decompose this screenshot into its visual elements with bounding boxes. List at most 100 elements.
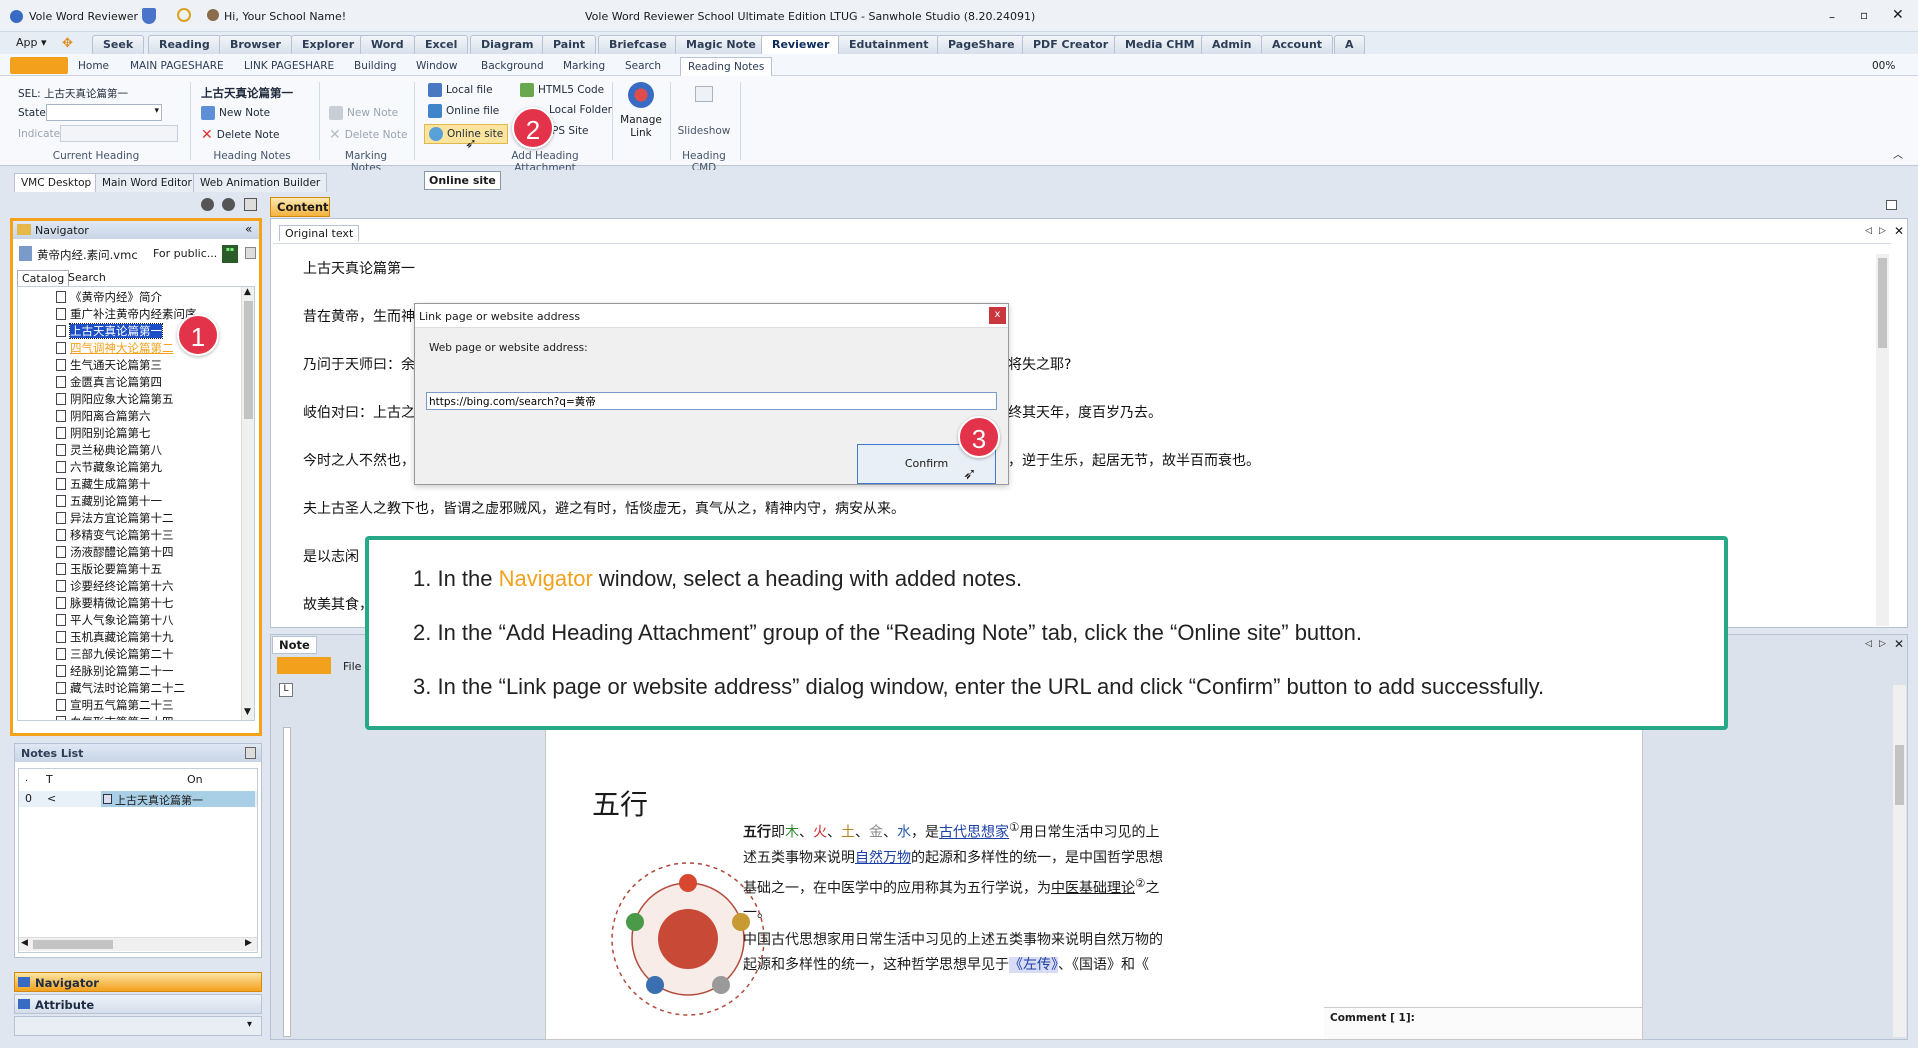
- tab-media-chm[interactable]: Media CHM: [1114, 35, 1206, 54]
- tab-paint[interactable]: Paint: [542, 35, 597, 54]
- footnote-ref[interactable]: ①: [1009, 820, 1019, 834]
- scroll-right-icon[interactable]: ▶: [245, 938, 252, 948]
- tab-vmc-desktop[interactable]: VMC Desktop: [14, 173, 99, 192]
- prev-icon[interactable]: ◁: [1865, 226, 1872, 236]
- tree-item[interactable]: 灵兰秘典论篇第八: [56, 442, 162, 458]
- tab-magic-note[interactable]: Magic Note: [675, 35, 767, 54]
- nav-menu-icon[interactable]: [244, 198, 257, 211]
- tree-item[interactable]: 宣明五气篇第二十三: [56, 697, 174, 713]
- dialog-close-button[interactable]: x: [989, 307, 1006, 324]
- tab-catalog[interactable]: Catalog: [17, 270, 70, 286]
- collapse-icon[interactable]: «: [245, 222, 252, 236]
- slideshow-button[interactable]: Slideshow: [676, 82, 732, 146]
- app-menu-button[interactable]: App ▾: [16, 36, 47, 49]
- minimize-icon[interactable]: –: [1829, 10, 1835, 24]
- tab-explorer[interactable]: Explorer: [291, 35, 366, 54]
- subtab-search[interactable]: Search: [625, 57, 661, 76]
- tree-item[interactable]: 平人气象论篇第十八: [56, 612, 174, 628]
- content-tab[interactable]: Content: [270, 197, 330, 217]
- panel-overflow-button[interactable]: ▾: [14, 1016, 262, 1036]
- vmc-file-name[interactable]: 黄帝内经.素问.vmc: [37, 247, 138, 263]
- tree-item[interactable]: 经脉别论篇第二十一: [56, 663, 174, 679]
- tree-item[interactable]: 玉机真藏论篇第十九: [56, 629, 174, 645]
- local-file-button[interactable]: Local file: [428, 83, 493, 97]
- vps-site-button[interactable]: PS Site: [552, 125, 589, 137]
- local-folder-button[interactable]: Local Folder: [549, 104, 612, 116]
- subtab-reading-notes[interactable]: Reading Notes: [680, 57, 773, 76]
- tab-seek[interactable]: Seek: [92, 35, 145, 54]
- clock-icon[interactable]: [177, 8, 191, 22]
- tree-item[interactable]: 三部九候论篇第二十: [56, 646, 174, 662]
- link-natural-things[interactable]: 自然万物: [855, 850, 911, 866]
- tab-account[interactable]: Account: [1261, 35, 1334, 54]
- calculator-icon[interactable]: [245, 747, 256, 759]
- nav-forward-icon[interactable]: [222, 198, 235, 211]
- lock-icon[interactable]: [245, 247, 256, 259]
- tree-item[interactable]: 异法方宜论篇第十二: [56, 510, 174, 526]
- tree-item[interactable]: 阴阳离合篇第六: [56, 408, 151, 424]
- html5-code-button[interactable]: HTML5 Code: [520, 83, 604, 97]
- comment-balloon[interactable]: Comment [ 1]:: [1324, 1007, 1642, 1039]
- note-tab[interactable]: Note: [272, 636, 317, 654]
- tree-item[interactable]: 藏气法时论篇第二十二: [56, 680, 185, 696]
- subtab-marking[interactable]: Marking: [563, 57, 605, 76]
- h-scroll-thumb[interactable]: [33, 940, 113, 949]
- tree-item[interactable]: 上古天真论篇第一: [56, 323, 163, 339]
- tab-diagram[interactable]: Diagram: [470, 35, 545, 54]
- tree-item[interactable]: 重广补注黄帝内经素问序: [56, 306, 197, 322]
- url-input[interactable]: [426, 392, 997, 410]
- prev-icon[interactable]: ◁: [1865, 639, 1872, 649]
- next-icon[interactable]: ▷: [1879, 226, 1886, 236]
- maximize-icon[interactable]: ▫: [1860, 8, 1868, 22]
- restore-window-icon[interactable]: [1886, 200, 1897, 210]
- tab-web-animation-builder[interactable]: Web Animation Builder: [193, 173, 328, 192]
- tree-item[interactable]: 诊要经终论篇第十六: [56, 578, 174, 594]
- tab-search-nav[interactable]: Search: [68, 271, 106, 284]
- tree-item[interactable]: 汤液醪醴论篇第十四: [56, 544, 174, 560]
- subtab-link-pageshare[interactable]: LINK PAGESHARE: [244, 57, 334, 76]
- tab-browser[interactable]: Browser: [219, 35, 292, 54]
- marking-delete-note-button[interactable]: ✕ Delete Note: [329, 127, 407, 143]
- shield-icon[interactable]: [142, 8, 156, 24]
- greeting-text[interactable]: Hi, Your School Name!: [224, 10, 346, 23]
- new-note-button[interactable]: New Note: [201, 106, 270, 120]
- delete-note-button[interactable]: ✕ Delete Note: [201, 127, 279, 143]
- tree-item[interactable]: 生气通天论篇第三: [56, 357, 162, 373]
- close-icon[interactable]: ✕: [1894, 224, 1904, 238]
- subtab-home[interactable]: Home: [78, 57, 109, 76]
- word-menu-icon[interactable]: [277, 657, 331, 674]
- manage-link-button[interactable]: Manage Link: [617, 82, 665, 146]
- tab-admin[interactable]: Admin: [1201, 35, 1263, 54]
- tab-excel[interactable]: Excel: [414, 35, 469, 54]
- subtab-background[interactable]: Background: [481, 57, 544, 76]
- link-tcm-theory[interactable]: 中医基础理论: [1051, 880, 1135, 896]
- indicate-dropdown[interactable]: [60, 125, 178, 142]
- subtab-building[interactable]: Building: [354, 57, 397, 76]
- scroll-thumb[interactable]: [244, 301, 253, 419]
- tree-scrollbar[interactable]: ▲ ▼: [241, 287, 254, 720]
- table-row[interactable]: 0 < 上古天真论篇第一: [19, 791, 257, 807]
- original-text-tab[interactable]: Original text: [279, 225, 360, 241]
- tab-pdf-creator[interactable]: PDF Creator: [1022, 35, 1120, 54]
- marking-new-note-button[interactable]: New Note: [329, 106, 398, 120]
- tab-reading[interactable]: Reading: [148, 35, 221, 54]
- tree-item[interactable]: 脉要精微论篇第十七: [56, 595, 174, 611]
- link-ancient-thinkers[interactable]: 古代思想家: [939, 825, 1009, 841]
- nav-back-icon[interactable]: [201, 198, 214, 211]
- tree-item[interactable]: 四气调神大论篇第二: [56, 340, 174, 356]
- tree-item[interactable]: 阴阳应象大论篇第五: [56, 391, 174, 407]
- content-scrollbar[interactable]: [1876, 254, 1889, 626]
- scroll-thumb[interactable]: [1895, 745, 1904, 805]
- tab-word[interactable]: Word: [360, 35, 415, 54]
- scroll-up-icon[interactable]: ▲: [244, 287, 251, 297]
- tab-reviewer[interactable]: Reviewer: [761, 35, 841, 54]
- panel-navigator-button[interactable]: Navigator: [14, 972, 262, 992]
- tree-item[interactable]: 阴阳别论篇第七: [56, 425, 151, 441]
- panel-attribute-button[interactable]: Attribute: [14, 994, 262, 1014]
- close-icon[interactable]: ✕: [1892, 7, 1904, 23]
- file-menu-icon[interactable]: [10, 57, 68, 74]
- close-icon[interactable]: ✕: [1894, 637, 1904, 651]
- scroll-thumb[interactable]: [1878, 258, 1887, 348]
- online-file-button[interactable]: Online file: [428, 104, 499, 118]
- tree-item[interactable]: 玉版论要篇第十五: [56, 561, 162, 577]
